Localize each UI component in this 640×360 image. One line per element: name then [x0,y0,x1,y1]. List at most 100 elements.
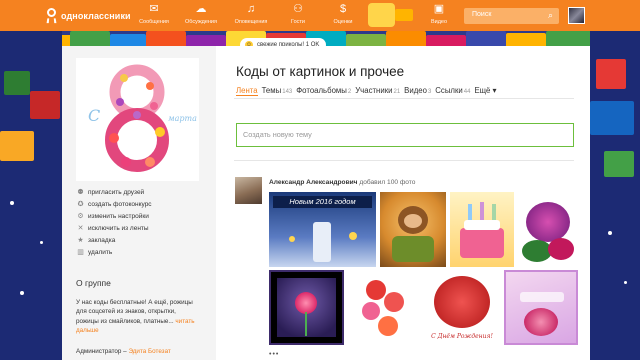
nav-label: Оповещения [234,19,268,25]
tab-photo-albums[interactable]: Фотоальбомы2 [296,86,351,96]
nav-notifications[interactable]: ♫ Оповещения [231,3,271,26]
tabs-divider [234,98,574,99]
post-action: добавил 100 фото [359,179,416,186]
action-label: создать фотоконкурс [88,200,152,208]
pink-rose-image[interactable] [269,270,344,345]
gift-icon[interactable] [368,3,395,27]
post-author-avatar[interactable] [235,177,262,204]
nav-messages[interactable]: ✉ Сообщения [134,3,174,26]
discussions-icon: ☁ [195,3,207,15]
action-label: удалить [88,248,113,256]
action-label: пригласить друзей [88,188,145,196]
page-title: Коды от картинок и прочее [236,64,405,79]
background-right [590,31,640,360]
mail-icon: ✉ [149,3,159,15]
nav-label: Гости [290,19,305,25]
bell-icon: ♫ [246,3,256,15]
site-logo[interactable]: одноклассники [46,8,131,24]
photo-letter-right: марта [168,114,197,123]
tab-label: Темы [261,86,282,95]
red-flowers-image[interactable] [348,270,420,345]
tab-label: Видео [404,86,427,95]
greeting-card-image[interactable] [504,270,578,345]
nav-label: Видео [430,19,448,25]
tab-video[interactable]: Видео3 [404,86,431,96]
invite-friends-link[interactable]: ⚉ пригласить друзей [76,186,152,198]
image-caption: Новым 2016 годом [273,196,372,208]
exclude-from-feed-link[interactable]: ✕ исключить из ленты [76,222,152,234]
delete-link[interactable]: ▥ удалить [76,246,152,258]
tab-count: 143 [282,89,293,95]
monkey-image[interactable] [380,192,446,267]
invite-icon: ⚉ [77,189,84,196]
search-placeholder: Поиск [472,11,492,18]
action-label: изменить настройки [88,212,149,220]
tab-label: Лента [236,86,258,95]
top-navigation-bar: одноклассники ✉ Сообщения ☁ Обсуждения ♫… [0,0,640,31]
nav-label: Обсуждения [185,19,217,25]
admin-name-link[interactable]: Эдита Ботезат [128,348,170,355]
action-label: закладка [88,236,116,244]
edit-settings-link[interactable]: ⚙ изменить настройки [76,210,152,222]
nav-discussions[interactable]: ☁ Обсуждения [181,3,221,26]
tab-members[interactable]: Участники21 [355,86,400,96]
nav-video[interactable]: ▣ Видео [419,3,459,26]
tab-feed[interactable]: Лента [236,86,258,96]
group-tabs: Лента Темы143 Фотоальбомы2 Участники21 В… [236,86,500,96]
ratings-icon: $ [339,3,347,15]
music-play-icon[interactable] [395,9,413,21]
new-year-2016-image[interactable]: Новым 2016 годом [269,192,376,267]
create-photo-contest-link[interactable]: ✪ создать фотоконкурс [76,198,152,210]
tab-count: 2 [347,89,352,95]
admin-label: Администратор – [76,348,127,355]
birthday-cake-image[interactable] [450,192,514,267]
bookmark-icon: ★ [77,237,84,244]
image-caption: С Днём Рождения! [431,333,493,340]
more-photos-button[interactable]: ••• [269,351,279,358]
group-admin: Администратор – Эдита Ботезат [76,348,171,355]
ok-logo-icon [46,8,57,24]
tab-label: Фотоальбомы [296,86,347,95]
tab-label: Участники [355,86,393,95]
nav-label: Сообщения [139,19,169,25]
tab-label: Ещё ▾ [474,86,497,95]
bookmark-link[interactable]: ★ закладка [76,234,152,246]
exclude-icon: ✕ [77,225,84,232]
about-group-title: О группе [76,278,111,288]
post-header: Александр Александрович добавил 100 фото [269,179,415,186]
background-left [0,31,62,360]
tab-more[interactable]: Ещё ▾ [474,86,496,96]
search-icon[interactable]: ⌕ [548,10,553,21]
tab-links[interactable]: Ссылки44 [435,86,470,96]
group-main-content: Коды от картинок и прочее Лента Темы143 … [234,46,584,360]
video-icon: ▣ [433,3,445,15]
settings-icon: ⚙ [77,213,84,220]
post-author-link[interactable]: Александр Александрович [269,179,358,186]
group-page: С марта ⚉ пригласить друзей ✪ создать фо… [62,46,590,360]
tab-count: 21 [393,89,401,95]
nav-label: Оценки [333,19,353,25]
user-avatar[interactable] [568,7,585,24]
group-avatar[interactable]: С марта [76,58,199,181]
tab-count: 44 [463,89,471,95]
nav-ratings[interactable]: $ Оценки [323,3,363,26]
create-topic-input[interactable]: Создать новую тему [236,123,574,147]
guests-icon: ⚇ [293,3,303,15]
photo-letter-left: С [88,106,101,125]
tab-label: Ссылки [435,86,463,95]
logo-text: одноклассники [61,10,131,21]
nav-guests[interactable]: ⚇ Гости [278,3,318,26]
search-input[interactable]: Поиск ⌕ [464,8,559,24]
photo-contest-icon: ✪ [77,201,84,208]
red-roses-bouquet-image[interactable]: С Днём Рождения! [424,270,500,345]
purple-roses-image[interactable] [518,192,578,267]
tab-count: 3 [427,89,432,95]
compose-divider [234,160,574,161]
group-actions-list: ⚉ пригласить друзей ✪ создать фотоконкур… [76,186,152,258]
tab-topics[interactable]: Темы143 [262,86,293,96]
compose-placeholder: Создать новую тему [243,130,312,139]
action-label: исключить из ленты [88,224,149,232]
group-sidebar: С марта ⚉ пригласить друзей ✪ создать фо… [62,46,216,360]
about-group-text: У нас коды бесплатные! А ещё, рожицы для… [76,298,200,335]
trash-icon: ▥ [77,249,84,256]
